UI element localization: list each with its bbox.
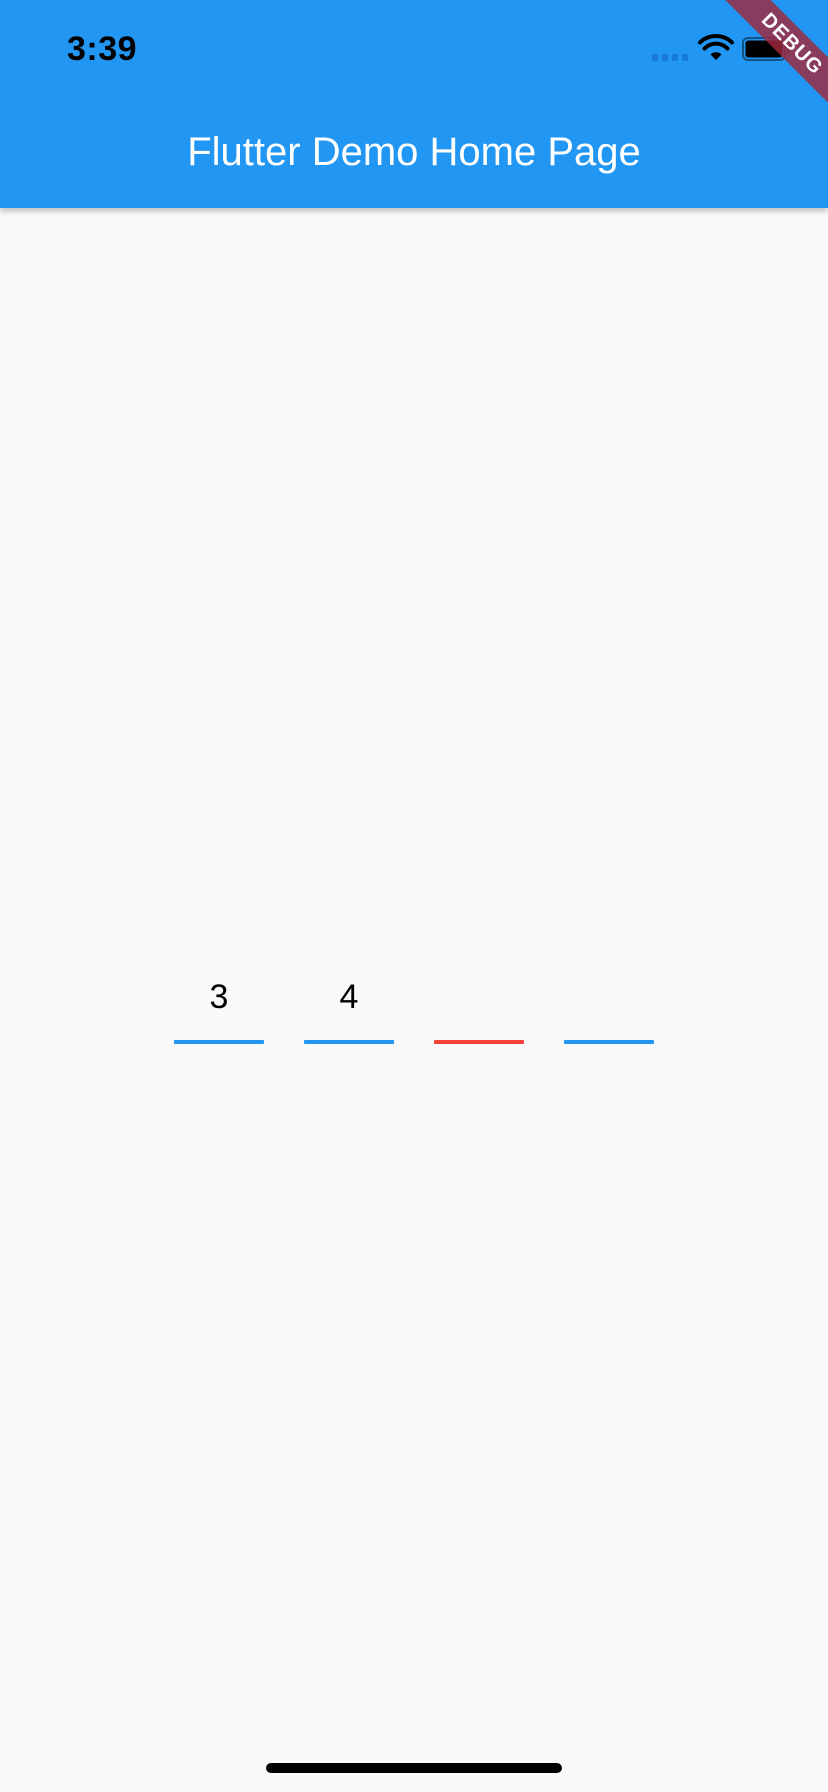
status-time: 3:39 [67, 30, 138, 68]
home-indicator[interactable] [266, 1763, 562, 1773]
pin-underline [174, 1040, 264, 1044]
cellular-signal-icon [652, 54, 688, 61]
page-title: Flutter Demo Home Page [187, 130, 641, 174]
pin-field-2[interactable]: 4 [304, 968, 394, 1044]
debug-banner: DEBUG [708, 0, 828, 120]
debug-label: DEBUG [709, 0, 828, 120]
pin-field-4[interactable] [564, 968, 654, 1044]
pin-code-input: 3 4 [174, 968, 654, 1044]
app-bar: 3:39 Flutter Demo Home Page [0, 0, 828, 208]
pin-field-1[interactable]: 3 [174, 968, 264, 1044]
pin-underline [564, 1040, 654, 1044]
pin-underline [304, 1040, 394, 1044]
pin-underline-focused [434, 1040, 524, 1044]
pin-field-3[interactable] [434, 968, 524, 1044]
pin-digit: 3 [209, 978, 229, 1016]
pin-digit: 4 [339, 978, 359, 1016]
